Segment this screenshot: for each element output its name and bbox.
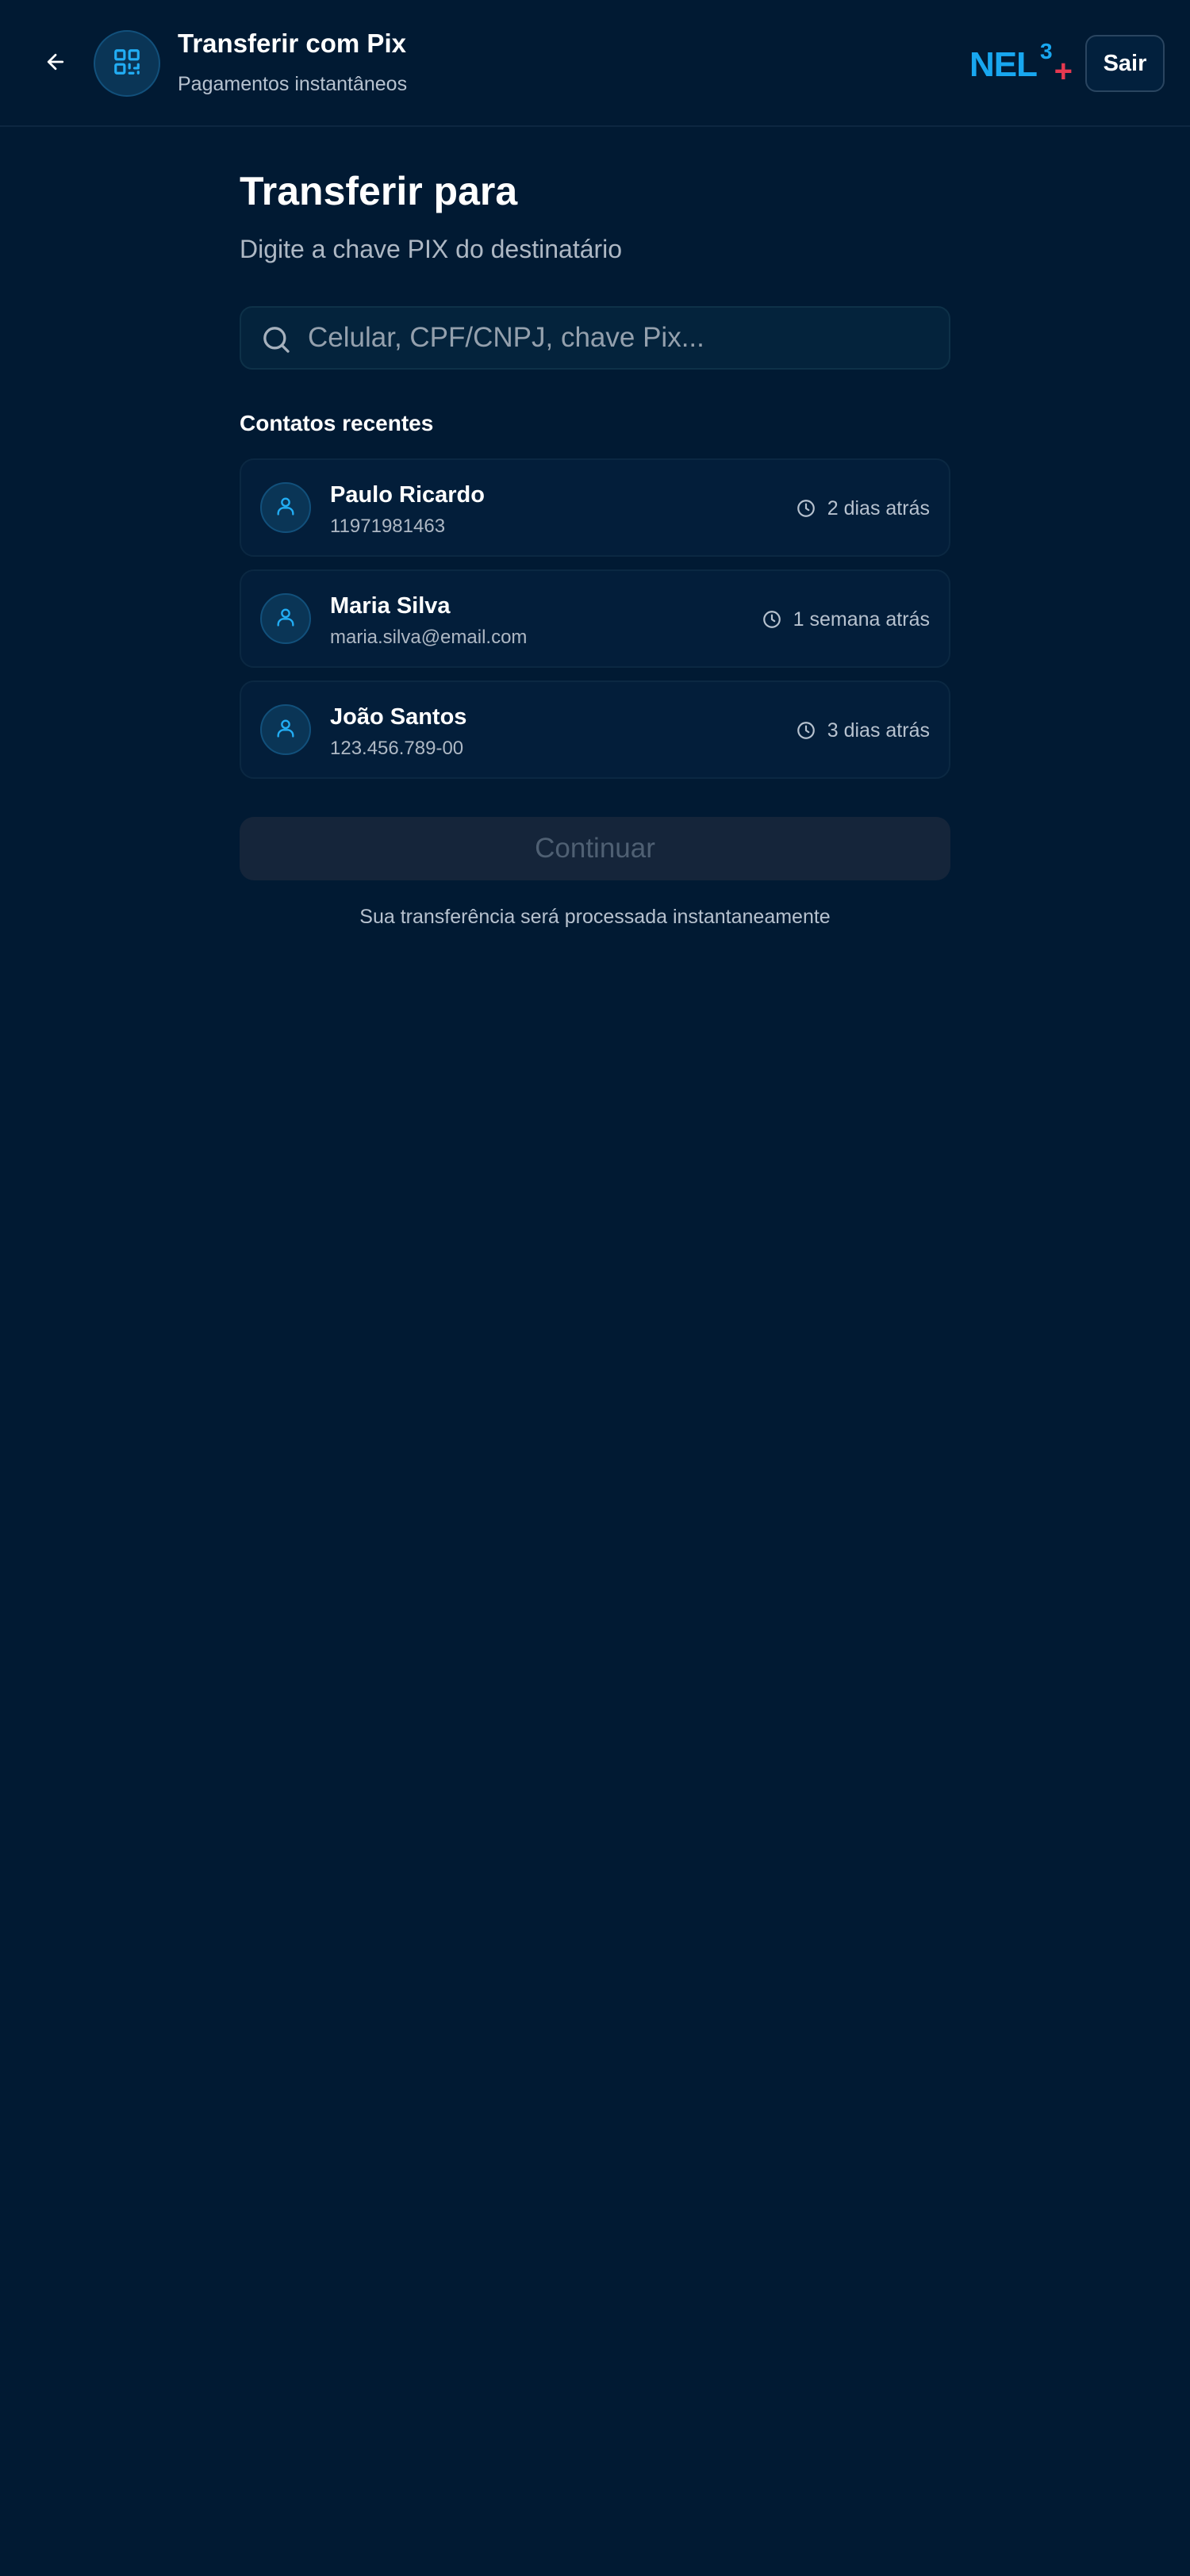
contact-time-label: 3 dias atrás [827,719,930,742]
clock-icon [762,609,782,630]
avatar [260,482,311,533]
user-icon [274,495,297,521]
header-title: Transferir com Pix [178,29,406,58]
instant-transfer-note: Sua transferência será processada instan… [359,906,831,928]
contact-name: João Santos [330,704,467,730]
search-input[interactable] [306,308,933,368]
contact-last-transfer: 3 dias atrás [796,717,930,744]
contact-item[interactable]: João Santos 123.456.789-00 3 dias atrás [240,680,950,779]
brand-name: NEL [969,45,1038,84]
continue-button[interactable]: Continuar [240,817,950,880]
top-bar: Transferir com Pix Pagamentos instantâne… [0,0,1190,127]
brand-plus: + [1054,54,1073,89]
contact-key: 11971981463 [330,516,446,537]
recent-contacts-title: Contatos recentes [240,411,434,435]
clock-icon [796,498,816,519]
pix-badge [94,30,160,97]
contact-time-label: 1 semana atrás [793,608,930,631]
contact-key: 123.456.789-00 [330,738,464,759]
contact-key: maria.silva@email.com [330,627,528,648]
clock-icon [796,720,816,741]
contact-item[interactable]: Maria Silva maria.silva@email.com 1 sema… [240,569,950,668]
contact-time-label: 2 dias atrás [827,496,930,519]
page-title: Transferir para [240,169,518,213]
qr-code-icon [112,47,142,81]
contact-last-transfer: 1 semana atrás [762,606,930,633]
back-button[interactable] [32,40,79,87]
contact-item[interactable]: Paulo Ricardo 11971981463 2 dias atrás [240,458,950,557]
contact-name: Paulo Ricardo [330,482,485,508]
page-subtitle: Digite a chave PIX do destinatário [240,235,623,263]
arrow-left-icon [44,50,67,78]
avatar [260,704,311,755]
pix-key-search[interactable] [240,306,950,370]
exit-button[interactable]: Sair [1085,35,1165,92]
brand-superscript: 3 [1040,39,1053,63]
contact-last-transfer: 2 dias atrás [796,495,930,522]
avatar [260,593,311,644]
brand-logo: NEL 3 + [969,39,1073,90]
header-subtitle: Pagamentos instantâneos [178,73,408,95]
user-icon [274,606,297,632]
contact-name: Maria Silva [330,593,451,619]
search-icon [260,324,292,355]
user-icon [274,717,297,743]
